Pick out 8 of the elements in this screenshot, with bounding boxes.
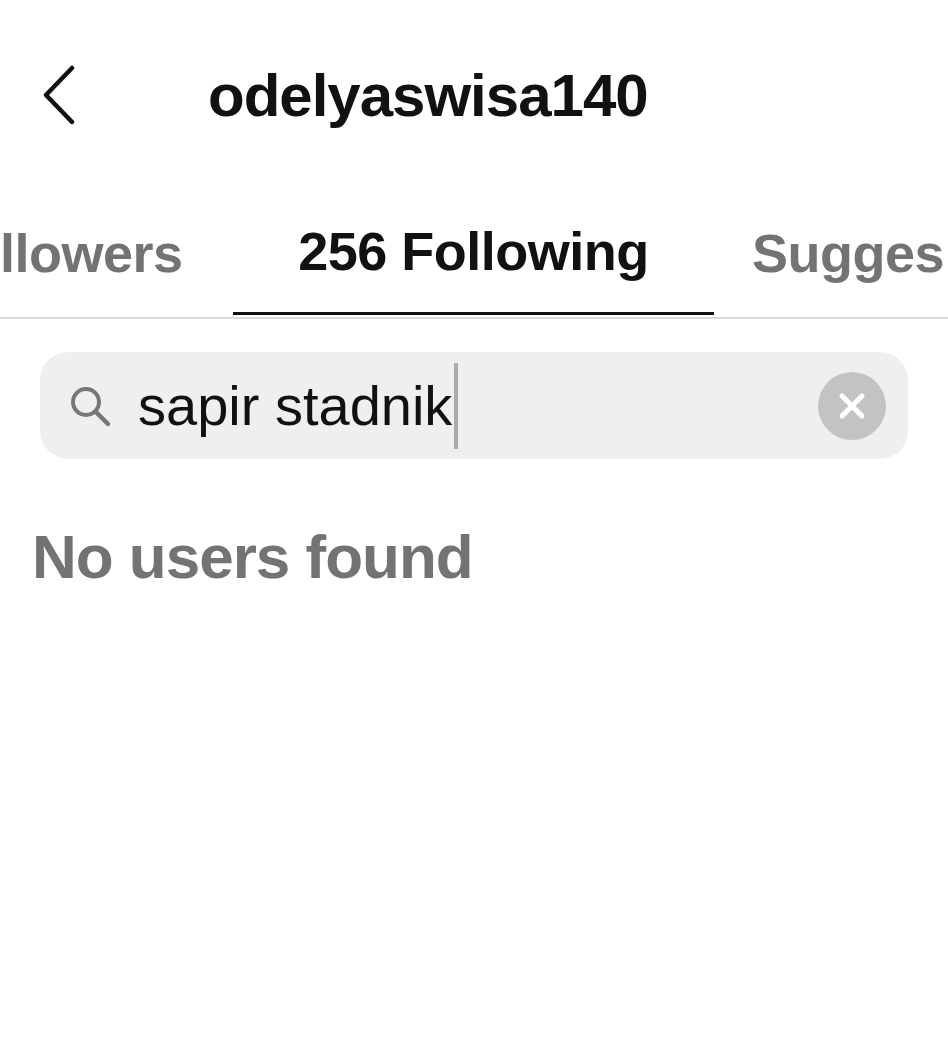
empty-message: No users found	[32, 521, 474, 592]
profile-username: odelyaswisa140	[208, 60, 648, 130]
back-icon[interactable]	[42, 65, 76, 125]
tab[interactable]: 256 Following	[233, 190, 714, 315]
tab[interactable]: Sugges	[714, 190, 945, 315]
close-icon	[837, 390, 867, 421]
tab[interactable]: llowers	[0, 190, 233, 315]
search-field[interactable]: sapir stadnik	[40, 352, 908, 459]
